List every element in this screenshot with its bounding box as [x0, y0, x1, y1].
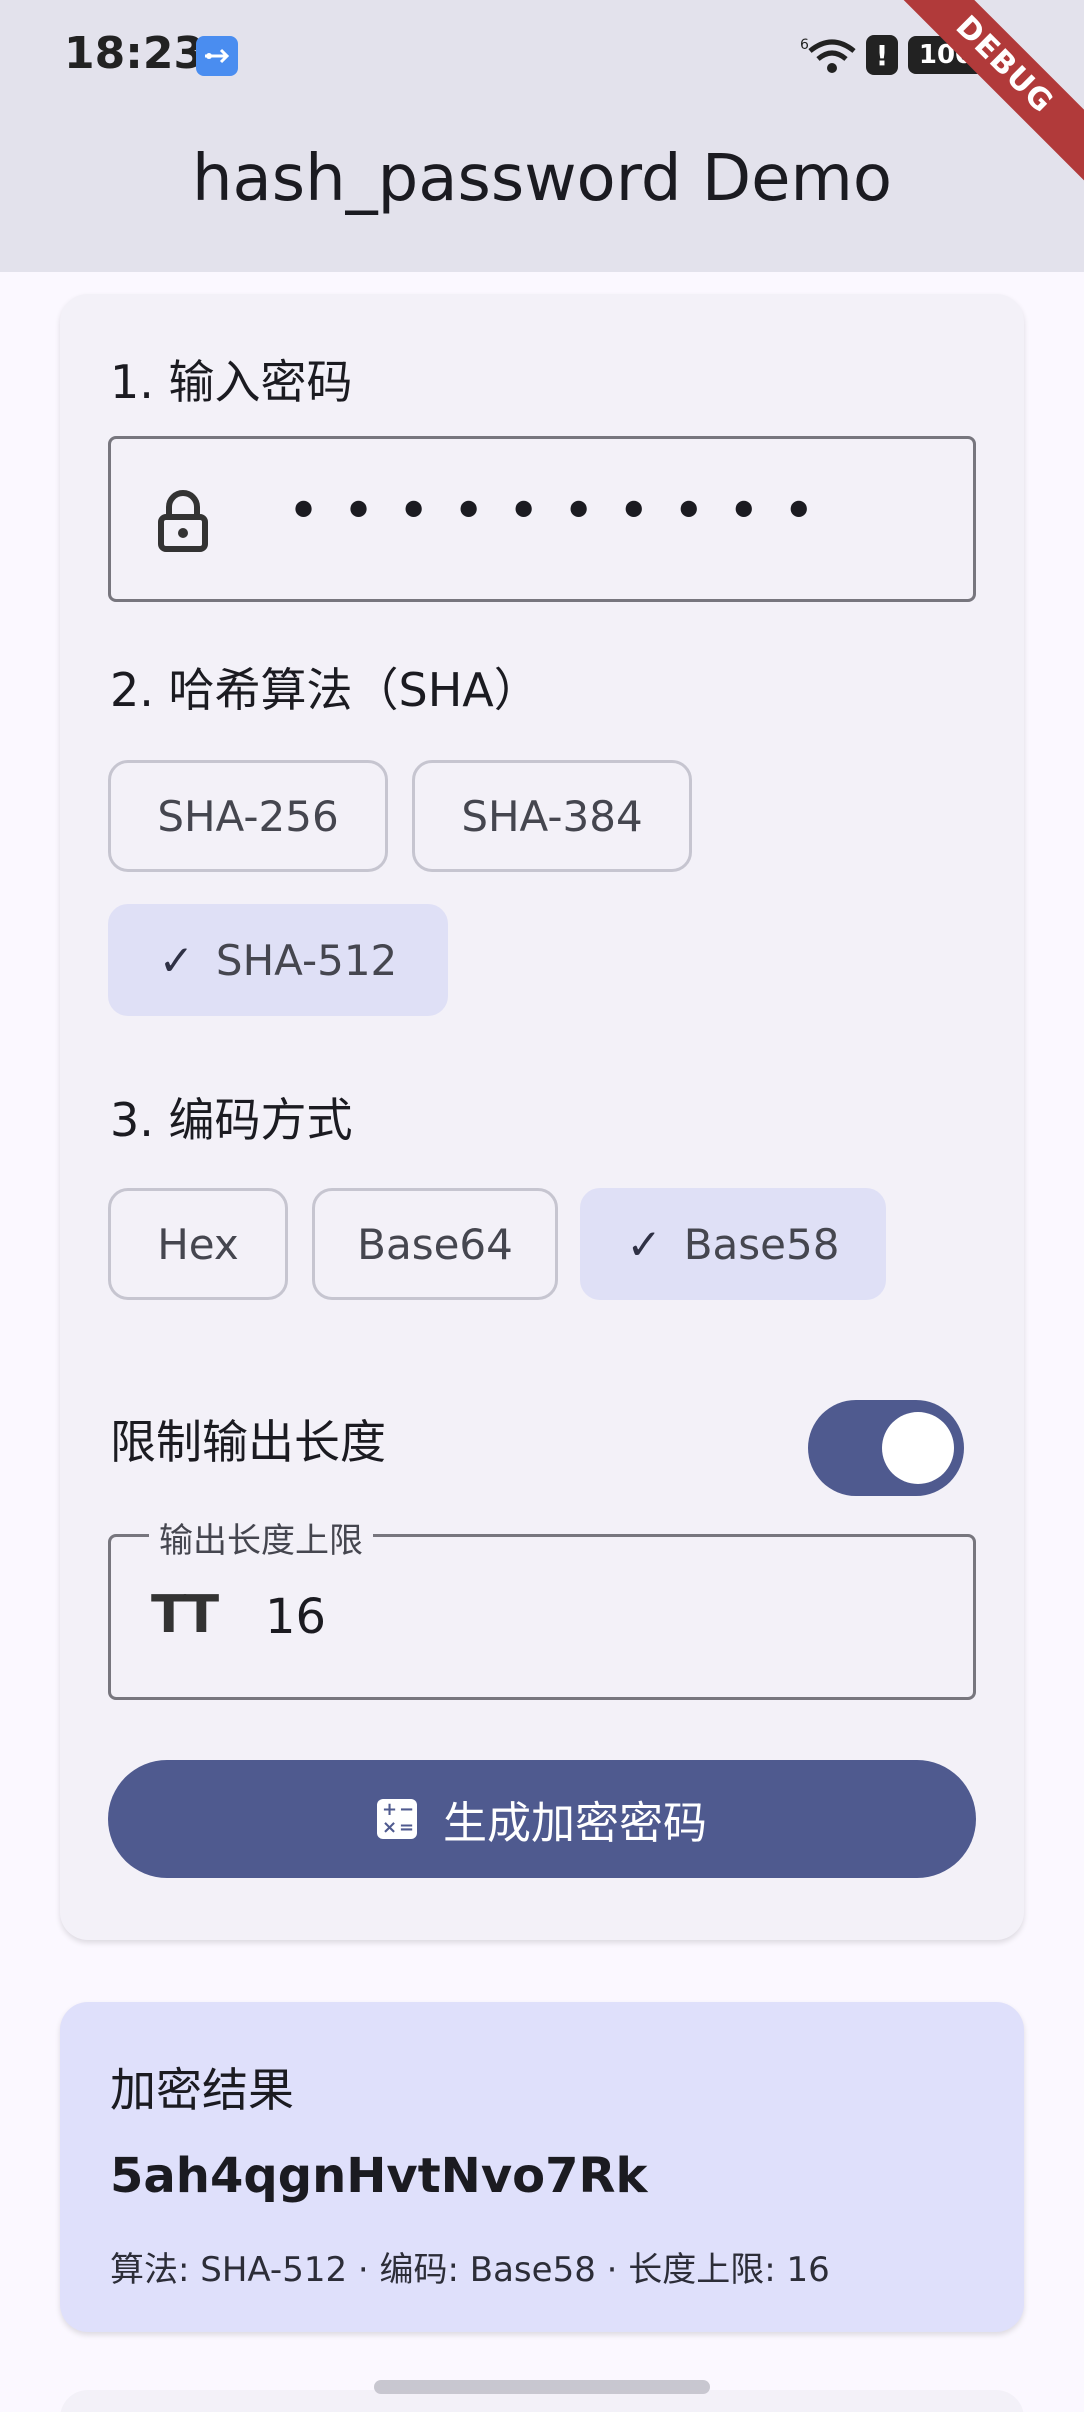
chip-base64[interactable]: Base64: [312, 1188, 558, 1300]
chip-label: Base58: [683, 1219, 840, 1269]
chip-label: SHA-384: [461, 791, 643, 841]
app-bar: 18:23 6 ! 100 DEBUG hash_password Demo: [0, 0, 1084, 272]
usb-icon: [196, 36, 238, 76]
hash-form-card: 1. 输入密码 •••••••••• 2. 哈希算法（SHA） SHA-256 …: [60, 294, 1024, 1940]
alert-icon: !: [866, 35, 898, 75]
chip-label: SHA-256: [157, 791, 339, 841]
lock-icon: [158, 490, 208, 552]
hash-section-title: 2. 哈希算法（SHA）: [110, 663, 540, 717]
chip-label: Hex: [157, 1219, 239, 1269]
chip-label: SHA-512: [215, 935, 398, 985]
page-title: hash_password Demo: [191, 142, 893, 216]
signal-label: 6: [800, 37, 809, 53]
switch-knob: [882, 1412, 954, 1484]
home-indicator[interactable]: [374, 2380, 710, 2394]
password-input[interactable]: ••••••••••: [108, 436, 976, 602]
length-field-label: 输出长度上限: [149, 1513, 373, 1562]
result-title: 加密结果: [110, 2063, 294, 2117]
calculator-icon: + − × =: [377, 1799, 417, 1839]
check-icon: ✓: [626, 1219, 662, 1269]
result-meta: 算法: SHA-512 · 编码: Base58 · 长度上限: 16: [110, 2250, 830, 2290]
password-value: ••••••••••: [287, 479, 838, 544]
chip-hex[interactable]: Hex: [108, 1188, 288, 1300]
limit-length-label: 限制输出长度: [110, 1415, 386, 1469]
result-card: 加密结果 5ah4qgnHvtNvo7Rk 算法: SHA-512 · 编码: …: [60, 2002, 1024, 2332]
check-icon: ✓: [158, 935, 194, 985]
chip-label: Base64: [357, 1219, 513, 1269]
wifi-icon: 6: [800, 37, 856, 73]
generate-button-label: 生成加密密码: [443, 1798, 707, 1849]
encoding-section-title: 3. 编码方式: [110, 1093, 353, 1147]
result-value[interactable]: 5ah4qgnHvtNvo7Rk: [110, 2148, 647, 2204]
generate-button[interactable]: + − × = 生成加密密码: [108, 1760, 976, 1878]
length-field-value: 16: [265, 1589, 327, 1645]
text-size-icon: TT: [151, 1585, 219, 1645]
chip-base58[interactable]: ✓ Base58: [580, 1188, 886, 1300]
password-section-title: 1. 输入密码: [110, 355, 353, 409]
chip-sha-256[interactable]: SHA-256: [108, 760, 388, 872]
chip-sha-384[interactable]: SHA-384: [412, 760, 692, 872]
limit-length-switch[interactable]: [808, 1400, 964, 1496]
length-limit-input[interactable]: 输出长度上限 TT 16: [108, 1513, 976, 1700]
status-time: 18:23: [64, 28, 205, 79]
chip-sha-512[interactable]: ✓ SHA-512: [108, 904, 448, 1016]
